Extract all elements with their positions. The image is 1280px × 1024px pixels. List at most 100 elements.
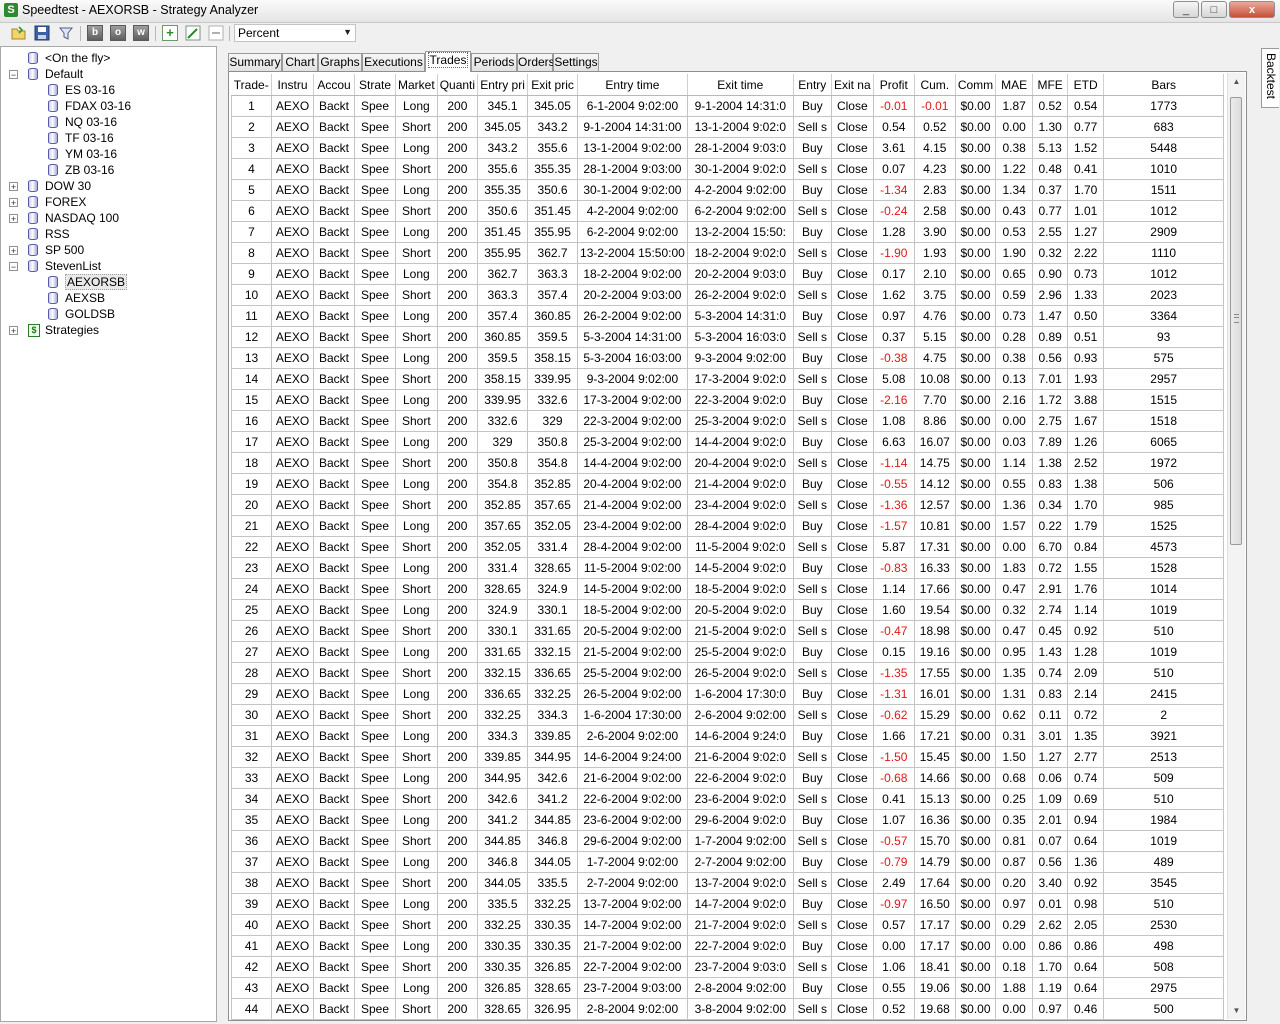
bold-w-icon[interactable]: w xyxy=(133,25,149,41)
table-row[interactable]: 28 AEXO Backt Spee Short 200 332.15 336.65 25-5-… xyxy=(231,662,1225,684)
table-row[interactable]: 36 AEXO Backt Spee Short 200 344.85 346.8 29-6-2… xyxy=(231,830,1225,852)
table-row[interactable]: 18 AEXO Backt Spee Short 200 350.8 354.8 14-4-20… xyxy=(231,452,1225,474)
table-row[interactable]: 25 AEXO Backt Spee Long 200 324.9 330.1 18-5-200… xyxy=(231,599,1225,621)
table-row[interactable]: 23 AEXO Backt Spee Long 200 331.4 328.65 11-5-20… xyxy=(231,557,1225,579)
tree-item[interactable]: RSS xyxy=(1,226,211,242)
table-row[interactable]: 32 AEXO Backt Spee Short 200 339.85 344.95 14-6-… xyxy=(231,746,1225,768)
table-row[interactable]: 35 AEXO Backt Spee Long 200 341.2 344.85 23-6-20… xyxy=(231,809,1225,831)
table-row[interactable]: 26 AEXO Backt Spee Short 200 330.1 331.65 20-5-2… xyxy=(231,620,1225,642)
tree-item[interactable]: ZB 03-16 xyxy=(1,162,211,178)
expand-icon[interactable]: + xyxy=(9,198,18,208)
table-row[interactable]: 3 AEXO Backt Spee Long 200 343.2 355.6 13-1-2004… xyxy=(231,137,1225,159)
tree-item[interactable]: + NASDAQ 100 xyxy=(1,210,211,226)
column-header[interactable]: Entry xyxy=(793,74,832,96)
tree-item[interactable]: TF 03-16 xyxy=(1,130,211,146)
expand-icon[interactable]: + xyxy=(9,246,18,256)
column-header[interactable]: Cum. xyxy=(914,74,956,96)
tree-item[interactable]: + $ Strategies xyxy=(1,322,211,338)
close-button[interactable]: x xyxy=(1229,1,1275,18)
table-row[interactable]: 27 AEXO Backt Spee Long 200 331.65 332.15 21-5-2… xyxy=(231,641,1225,663)
scroll-up-icon[interactable]: ▲ xyxy=(1228,73,1245,90)
table-row[interactable]: 42 AEXO Backt Spee Short 200 330.35 326.85 22-7-… xyxy=(231,956,1225,978)
column-header[interactable]: Entry time xyxy=(577,74,688,96)
column-header[interactable]: Instru xyxy=(271,74,314,96)
table-row[interactable]: 29 AEXO Backt Spee Long 200 336.65 332.25 26-5-2… xyxy=(231,683,1225,705)
column-header[interactable]: Entry pri xyxy=(477,74,529,96)
tab-settings[interactable]: Settings xyxy=(553,53,599,71)
column-header[interactable]: MFE xyxy=(1032,74,1069,96)
add-icon[interactable]: + xyxy=(162,25,178,41)
table-row[interactable]: 39 AEXO Backt Spee Long 200 335.5 332.25 13-7-20… xyxy=(231,893,1225,915)
table-row[interactable]: 11 AEXO Backt Spee Long 200 357.4 360.85 26-2-20… xyxy=(231,305,1225,327)
table-row[interactable]: 24 AEXO Backt Spee Short 200 328.65 324.9 14-5-2… xyxy=(231,578,1225,600)
tree-item[interactable]: − StevenList xyxy=(1,258,211,274)
table-row[interactable]: 43 AEXO Backt Spee Long 200 326.85 328.65 23-7-2… xyxy=(231,977,1225,999)
filter-icon[interactable] xyxy=(58,25,74,41)
column-header[interactable]: Exit time xyxy=(687,74,794,96)
open-folder-icon[interactable] xyxy=(11,25,27,41)
minimize-button[interactable]: _ xyxy=(1173,1,1199,18)
scroll-thumb[interactable] xyxy=(1230,97,1242,545)
table-row[interactable]: 14 AEXO Backt Spee Short 200 358.15 339.95 9-3-2… xyxy=(231,368,1225,390)
display-mode-dropdown[interactable]: Percent ▼ xyxy=(234,24,356,42)
column-header[interactable]: MAE xyxy=(995,74,1034,96)
edit-icon[interactable] xyxy=(185,25,201,41)
scroll-down-icon[interactable]: ▼ xyxy=(1228,1002,1245,1019)
table-row[interactable]: 8 AEXO Backt Spee Short 200 355.95 362.7 13-2-20… xyxy=(231,242,1225,264)
table-row[interactable]: 19 AEXO Backt Spee Long 200 354.8 352.85 20-4-20… xyxy=(231,473,1225,495)
table-row[interactable]: 31 AEXO Backt Spee Long 200 334.3 339.85 2-6-200… xyxy=(231,725,1225,747)
table-row[interactable]: 38 AEXO Backt Spee Short 200 344.05 335.5 2-7-20… xyxy=(231,872,1225,894)
table-row[interactable]: 9 AEXO Backt Spee Long 200 362.7 363.3 18-2-2004… xyxy=(231,263,1225,285)
table-row[interactable]: 33 AEXO Backt Spee Long 200 344.95 342.6 21-6-20… xyxy=(231,767,1225,789)
column-header[interactable]: Strate xyxy=(354,74,396,96)
column-header[interactable]: Profit xyxy=(873,74,915,96)
table-row[interactable]: 7 AEXO Backt Spee Long 200 351.45 355.95 6-2-200… xyxy=(231,221,1225,243)
tree-item[interactable]: <On the fly> xyxy=(1,50,211,66)
tree-item[interactable]: + SP 500 xyxy=(1,242,211,258)
table-row[interactable]: 22 AEXO Backt Spee Short 200 352.05 331.4 28-4-2… xyxy=(231,536,1225,558)
backtest-side-tab[interactable]: Backtest xyxy=(1261,48,1279,108)
column-header[interactable]: Comm xyxy=(955,74,997,96)
tab-graphs[interactable]: Graphs xyxy=(318,53,362,71)
table-row[interactable]: 5 AEXO Backt Spee Long 200 355.35 350.6 30-1-200… xyxy=(231,179,1225,201)
column-header[interactable]: Trade- xyxy=(231,74,272,96)
table-row[interactable]: 34 AEXO Backt Spee Short 200 342.6 341.2 22-6-20… xyxy=(231,788,1225,810)
table-row[interactable]: 37 AEXO Backt Spee Long 200 346.8 344.05 1-7-200… xyxy=(231,851,1225,873)
tree-item[interactable]: AEXSB xyxy=(1,290,211,306)
tab-chart[interactable]: Chart xyxy=(282,53,318,71)
column-header[interactable]: Quanti xyxy=(437,74,479,96)
tab-executions[interactable]: Executions xyxy=(362,53,425,71)
tree-item[interactable]: + FOREX xyxy=(1,194,211,210)
collapse-icon[interactable]: − xyxy=(9,70,18,80)
column-header[interactable]: Market xyxy=(395,74,438,96)
table-row[interactable]: 6 AEXO Backt Spee Short 200 350.6 351.45 4-2-200… xyxy=(231,200,1225,222)
column-header[interactable]: Exit pric xyxy=(527,74,579,96)
tab-periods[interactable]: Periods xyxy=(471,53,517,71)
table-row[interactable]: 20 AEXO Backt Spee Short 200 352.85 357.65 21-4-… xyxy=(231,494,1225,516)
table-row[interactable]: 30 AEXO Backt Spee Short 200 332.25 334.3 1-6-20… xyxy=(231,704,1225,726)
collapse-icon[interactable]: − xyxy=(9,262,18,272)
bold-o-icon[interactable]: o xyxy=(110,25,126,41)
column-header[interactable]: Accou xyxy=(313,74,355,96)
vertical-scrollbar[interactable]: ▲ ▼ xyxy=(1227,73,1245,1019)
column-header[interactable]: ETD xyxy=(1067,74,1105,96)
tree-item[interactable]: YM 03-16 xyxy=(1,146,211,162)
table-row[interactable]: 16 AEXO Backt Spee Short 200 332.6 329 22-3-2004… xyxy=(231,410,1225,432)
table-row[interactable]: 13 AEXO Backt Spee Long 200 359.5 358.15 5-3-200… xyxy=(231,347,1225,369)
remove-icon[interactable] xyxy=(208,25,224,41)
table-row[interactable]: 21 AEXO Backt Spee Long 200 357.65 352.05 23-4-2… xyxy=(231,515,1225,537)
tree-item[interactable]: ES 03-16 xyxy=(1,82,211,98)
bold-b-icon[interactable]: b xyxy=(87,25,103,41)
table-row[interactable]: 2 AEXO Backt Spee Short 200 345.05 343.2 9-1-200… xyxy=(231,116,1225,138)
table-row[interactable]: 1 AEXO Backt Spee Long 200 345.1 345.05 6-1-2004… xyxy=(231,95,1225,117)
column-header[interactable]: Bars xyxy=(1103,74,1225,96)
table-row[interactable]: 41 AEXO Backt Spee Long 200 330.35 330.35 21-7-2… xyxy=(231,935,1225,957)
column-header[interactable]: Exit na xyxy=(831,74,874,96)
tree-item[interactable]: − Default xyxy=(1,66,211,82)
expand-icon[interactable]: + xyxy=(9,182,18,192)
save-icon[interactable] xyxy=(34,25,50,41)
table-row[interactable]: 12 AEXO Backt Spee Short 200 360.85 359.5 5-3-20… xyxy=(231,326,1225,348)
table-row[interactable]: 40 AEXO Backt Spee Short 200 332.25 330.35 14-7-… xyxy=(231,914,1225,936)
tree-item[interactable]: FDAX 03-16 xyxy=(1,98,211,114)
table-row[interactable]: 10 AEXO Backt Spee Short 200 363.3 357.4 20-2-20… xyxy=(231,284,1225,306)
